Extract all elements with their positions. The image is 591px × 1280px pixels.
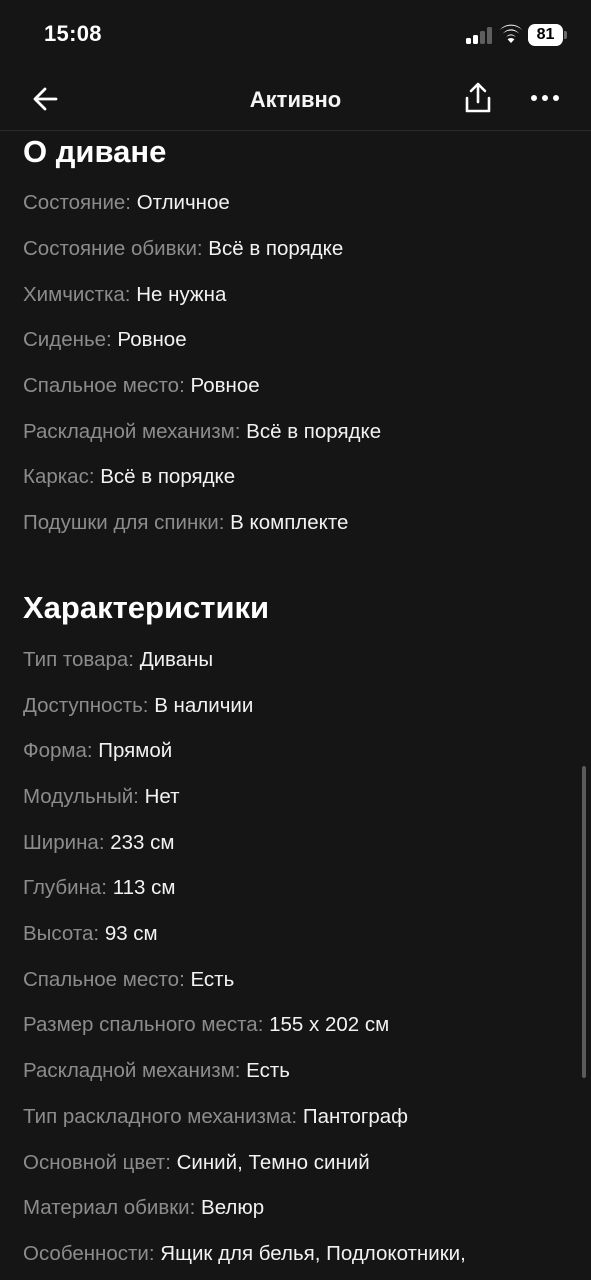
spec-item: Глубина: 113 см [23,876,176,899]
more-button[interactable] [526,84,566,112]
battery-icon: 81 [528,24,568,46]
spec-item: Материал обивки: Велюр [23,1196,265,1219]
status-time: 15:08 [44,21,102,46]
share-icon [465,82,491,113]
specs-section-title: Характеристики [23,590,270,625]
about-section-title: О диване [23,134,167,169]
scrollbar[interactable] [582,766,586,1078]
about-item: Раскладной механизм: Всё в порядке [23,420,382,443]
spec-item: Доступность: В наличии [23,694,254,717]
about-item: Химчистка: Не нужна [23,283,227,306]
spec-item: Форма: Прямой [23,739,173,762]
nav-bar: Активно [0,70,591,131]
spec-item: Спальное место: Есть [23,968,235,991]
content[interactable]: О диване Состояние: Отличное Состояние о… [0,131,591,1280]
spec-item: Высота: 93 см [23,922,158,945]
spec-item: Тип товара: Диваны [23,648,214,671]
spec-item: Размер спального места: 155 x 202 см [23,1013,390,1036]
wifi-icon [499,24,523,43]
page-title: Активно [249,87,342,112]
spec-item: Модульный: Нет [23,785,180,808]
spec-item: Тип раскладного механизма: Пантограф [23,1105,408,1128]
spec-item: Особенности: Ящик для белья, Подлокотник… [23,1242,466,1265]
share-button[interactable] [460,80,496,116]
about-item: Спальное место: Ровное [23,374,260,397]
spec-item: Раскладной механизм: Есть [23,1059,290,1082]
about-item: Сиденье: Ровное [23,328,187,351]
battery-level: 81 [528,24,563,46]
more-horizontal-icon [531,95,559,101]
about-item: Каркас: Всё в порядке [23,465,236,488]
spec-item: Основной цвет: Синий, Темно синий [23,1151,370,1174]
about-item: Подушки для спинки: В комплекте [23,511,349,534]
about-item: Состояние обивки: Всё в порядке [23,237,344,260]
screen: 15:08 81 Активно О диване Состояние: Отл… [0,0,591,1280]
status-bar: 15:08 81 [0,0,591,70]
about-item: Состояние: Отличное [23,191,230,214]
spec-item: Ширина: 233 см [23,831,175,854]
signal-icon [466,27,494,44]
